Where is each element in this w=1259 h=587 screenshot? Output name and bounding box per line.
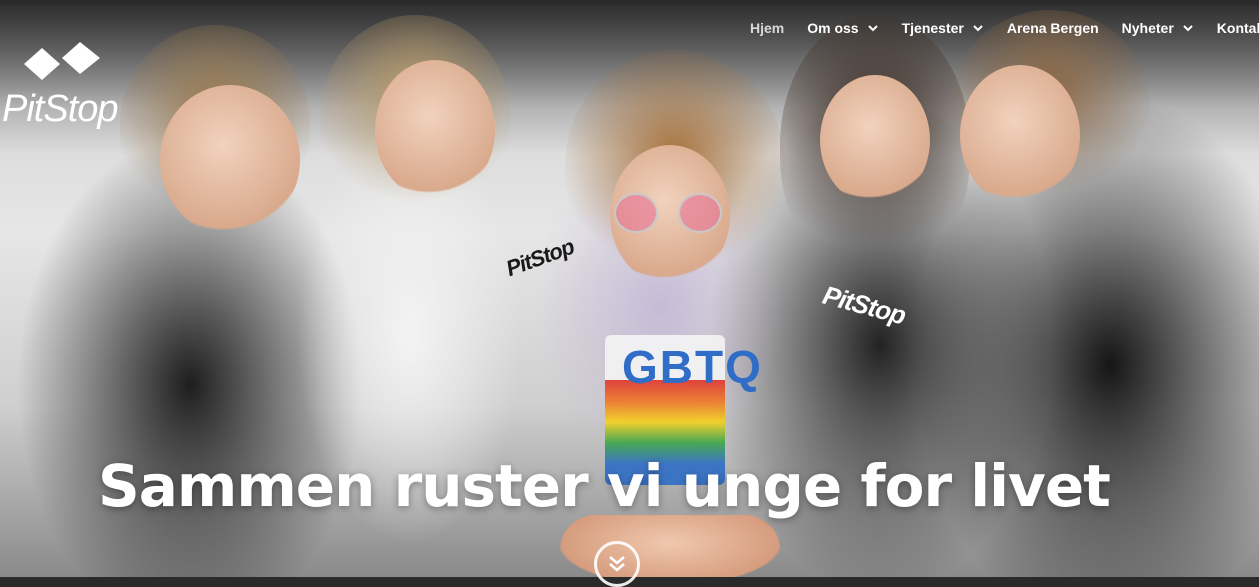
hoodie-brand-right: PitStop [819, 279, 909, 331]
hand-stack [560, 515, 780, 577]
face-left [160, 85, 300, 235]
nav-item-hjem[interactable]: Hjem [750, 20, 784, 36]
face-second [375, 60, 495, 200]
chevron-down-icon [867, 25, 878, 32]
nav-item-label: Nyheter [1121, 20, 1174, 36]
hero-headline: Sammen ruster vi unge for livet [98, 452, 1111, 520]
nav-item-kontakt[interactable]: Kontakt [1217, 20, 1259, 36]
sunglasses-left-lens [614, 193, 658, 233]
nav-item-label: Hjem [750, 20, 785, 36]
nav-item-label: Kontakt [1216, 20, 1259, 36]
nav-item-label: Tjenester [901, 20, 964, 36]
nav-item-arena-bergen[interactable]: Arena Bergen [1007, 20, 1099, 36]
main-nav: Hjem Om oss Tjenester Arena Bergen Nyhet… [750, 20, 1259, 36]
scroll-down-button[interactable] [594, 541, 640, 587]
diamond-pair-logo-icon [24, 42, 100, 80]
nav-item-label: Arena Bergen [1006, 20, 1099, 36]
site-logo[interactable]: PitStop [2, 40, 132, 130]
nav-item-label: Om oss [807, 20, 859, 36]
chevron-down-icon [973, 25, 983, 32]
logo-text: PitStop [2, 88, 119, 130]
hoodie-brand-white: PitStop [502, 233, 577, 282]
chevron-down-icon [1183, 25, 1193, 32]
face-fourth [820, 75, 930, 205]
face-right [960, 65, 1080, 205]
shirt-text: GBTQ [622, 341, 763, 393]
nav-item-nyheter[interactable]: Nyheter [1122, 20, 1194, 36]
nav-item-om-oss[interactable]: Om oss [807, 20, 878, 36]
double-chevron-down-icon [609, 556, 625, 572]
sunglasses-right-lens [678, 193, 722, 233]
nav-item-tjenester[interactable]: Tjenester [902, 20, 984, 36]
